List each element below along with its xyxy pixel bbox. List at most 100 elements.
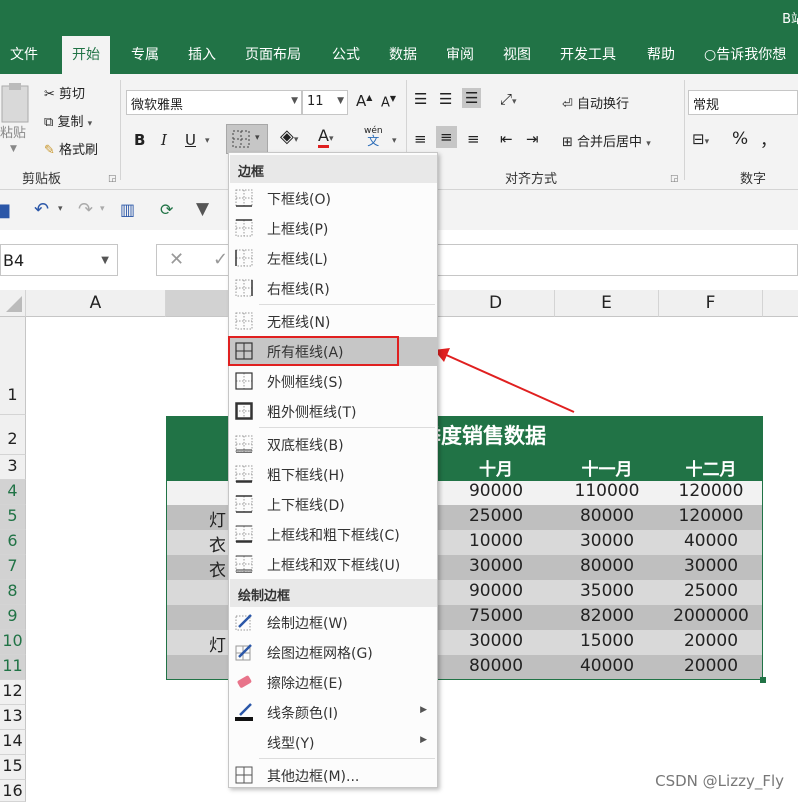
- menu-item-bottom-border[interactable]: 下框线(O): [230, 184, 437, 213]
- paste-chevron-icon[interactable]: ▼: [10, 144, 17, 154]
- row-header-3[interactable]: 3: [0, 455, 26, 480]
- menu-item-thick-bottom-border[interactable]: 粗下框线(H): [230, 460, 437, 489]
- format-painter-button[interactable]: ✎ 格式刷: [44, 139, 98, 158]
- font-size-combo[interactable]: 11 ▼: [302, 90, 348, 115]
- header-nov[interactable]: 十一月: [555, 455, 659, 480]
- refresh-icon[interactable]: ⟳: [160, 200, 173, 219]
- column-header-g[interactable]: [763, 290, 798, 317]
- menu-item-outside-borders[interactable]: 外侧框线(S): [230, 367, 437, 396]
- align-right-icon[interactable]: ≡: [467, 130, 480, 148]
- menu-item-draw-border-grid[interactable]: 绘图边框网格(G): [230, 638, 437, 667]
- fill-handle[interactable]: [760, 677, 766, 683]
- menu-item-top-double-bottom-border[interactable]: 上框线和双下框线(U): [230, 550, 437, 579]
- row-header-7[interactable]: 7: [0, 555, 26, 580]
- number-format-combo[interactable]: 常规: [688, 90, 798, 115]
- tab-home[interactable]: 开始: [62, 36, 110, 74]
- undo-icon[interactable]: ↶: [34, 199, 49, 220]
- tab-review[interactable]: 审阅: [446, 44, 474, 64]
- filter-icon[interactable]: ▼: [196, 199, 209, 219]
- row-header-10[interactable]: 10: [0, 630, 26, 655]
- row-header-9[interactable]: 9: [0, 605, 26, 630]
- redo-chevron-icon[interactable]: ▾: [100, 204, 105, 214]
- menu-item-erase-border[interactable]: 擦除边框(E): [230, 668, 437, 697]
- wrap-text-button[interactable]: ⏎ 自动换行: [562, 93, 629, 112]
- menu-item-top-thick-bottom-border[interactable]: 上框线和粗下框线(C): [230, 520, 437, 549]
- cut-button[interactable]: ✂ 剪切: [44, 83, 85, 102]
- tab-page-layout[interactable]: 页面布局: [245, 44, 301, 64]
- fill-color-button[interactable]: ◈▾: [280, 126, 298, 147]
- menu-item-line-color[interactable]: 线条颜色(I) ▶: [230, 698, 437, 727]
- underline-button[interactable]: U: [185, 131, 196, 149]
- align-middle-icon[interactable]: ☰: [439, 90, 452, 108]
- align-center-icon[interactable]: ≡: [436, 126, 457, 148]
- increase-indent-icon[interactable]: ⇥: [526, 130, 539, 148]
- tab-exclusive[interactable]: 专属: [131, 44, 159, 64]
- underline-chevron-icon[interactable]: ▾: [205, 136, 210, 146]
- save-icon[interactable]: ■: [0, 200, 11, 221]
- decrease-indent-icon[interactable]: ⇤: [500, 130, 513, 148]
- header-oct[interactable]: 十月: [437, 455, 555, 480]
- borders-button[interactable]: ▾: [226, 124, 268, 154]
- align-left-icon[interactable]: ≡: [414, 130, 427, 148]
- accounting-format-icon[interactable]: ⊟▾: [692, 130, 709, 148]
- menu-item-double-bottom-border[interactable]: 双底框线(B): [230, 430, 437, 459]
- column-header-b[interactable]: [166, 290, 228, 317]
- align-top-icon[interactable]: ☰: [414, 90, 427, 108]
- tab-help[interactable]: 帮助: [647, 44, 675, 64]
- alignment-launcher-icon[interactable]: ◲: [670, 174, 679, 184]
- orientation-icon[interactable]: ⤢▾: [500, 90, 517, 108]
- table-title[interactable]: 季度销售数据: [420, 420, 546, 450]
- comma-button[interactable]: ，: [760, 126, 777, 151]
- percent-button[interactable]: %: [732, 129, 748, 149]
- undo-chevron-icon[interactable]: ▾: [58, 204, 63, 214]
- enter-icon[interactable]: ✓: [213, 249, 228, 270]
- column-header-d[interactable]: D: [437, 290, 555, 317]
- column-header-e[interactable]: E: [555, 290, 659, 317]
- row-header-2[interactable]: 2: [0, 415, 26, 455]
- row-header-5[interactable]: 5: [0, 505, 26, 530]
- redo-icon[interactable]: ↷: [78, 199, 93, 220]
- tab-formulas[interactable]: 公式: [332, 44, 360, 64]
- columns-icon[interactable]: ▥: [120, 200, 135, 219]
- column-header-f[interactable]: F: [659, 290, 763, 317]
- paste-button[interactable]: [0, 82, 30, 126]
- menu-item-line-style[interactable]: 线型(Y) ▶: [230, 728, 437, 757]
- shrink-font-button[interactable]: A▼: [381, 94, 396, 110]
- merge-center-button[interactable]: ⊞ 合并后居中 ▾: [562, 131, 651, 150]
- menu-item-top-bottom-border[interactable]: 上下框线(D): [230, 490, 437, 519]
- align-bottom-icon[interactable]: ☰: [462, 88, 482, 108]
- menu-item-thick-outside-borders[interactable]: 粗外侧框线(T): [230, 397, 437, 426]
- row-header-16[interactable]: 16: [0, 780, 26, 802]
- row-header-4[interactable]: 4: [0, 480, 26, 505]
- name-box[interactable]: B4 ▼: [0, 244, 118, 276]
- tab-data[interactable]: 数据: [389, 44, 417, 64]
- bold-button[interactable]: B: [134, 131, 145, 149]
- copy-button[interactable]: ⧉ 复制 ▾: [44, 111, 92, 130]
- menu-item-right-border[interactable]: 右框线(R): [230, 274, 437, 303]
- row-header-1[interactable]: 1: [0, 317, 26, 415]
- select-all-corner[interactable]: [0, 290, 26, 317]
- row-header-15[interactable]: 15: [0, 755, 26, 780]
- menu-item-top-border[interactable]: 上框线(P): [230, 214, 437, 243]
- tab-developer[interactable]: 开发工具: [560, 44, 616, 64]
- menu-item-more-borders[interactable]: 其他边框(M)...: [230, 761, 437, 790]
- font-color-button[interactable]: A▾: [318, 126, 333, 148]
- tab-file[interactable]: 文件: [10, 44, 38, 64]
- tab-insert[interactable]: 插入: [188, 44, 216, 64]
- phonetic-chevron-icon[interactable]: ▾: [392, 136, 397, 146]
- grow-font-button[interactable]: A▲: [356, 92, 372, 110]
- row-header-14[interactable]: 14: [0, 730, 26, 755]
- row-header-11[interactable]: 11: [0, 655, 26, 680]
- italic-button[interactable]: I: [161, 131, 167, 149]
- row-header-13[interactable]: 13: [0, 705, 26, 730]
- column-header-a[interactable]: A: [26, 290, 166, 317]
- row-header-6[interactable]: 6: [0, 530, 26, 555]
- clipboard-launcher-icon[interactable]: ◲: [108, 174, 117, 184]
- cancel-icon[interactable]: ✕: [169, 249, 184, 270]
- font-name-combo[interactable]: 微软雅黑 ▼: [126, 90, 302, 115]
- header-dec[interactable]: 十二月: [659, 455, 763, 480]
- menu-item-draw-border[interactable]: 绘制边框(W): [230, 608, 437, 637]
- row-header-8[interactable]: 8: [0, 580, 26, 605]
- tab-view[interactable]: 视图: [503, 44, 531, 64]
- row-header-12[interactable]: 12: [0, 680, 26, 705]
